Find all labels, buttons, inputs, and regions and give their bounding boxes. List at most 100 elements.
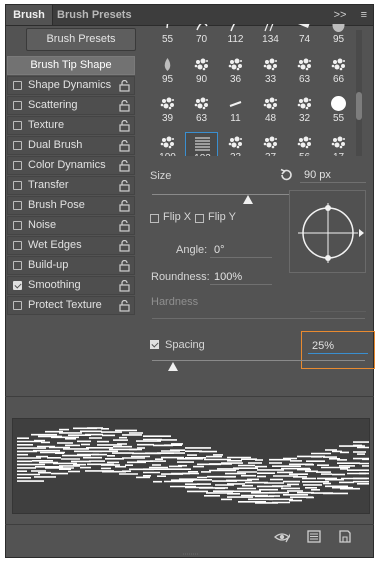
sidebar-item-label: Color Dynamics (28, 159, 106, 171)
brush-tip-preset[interactable]: 55 (322, 93, 355, 126)
color-dynamics-checkbox[interactable] (13, 161, 22, 170)
brush-tip-preset[interactable]: 95 (151, 54, 184, 87)
sidebar-item-color-dynamics[interactable]: Color Dynamics (7, 156, 135, 175)
protect-texture-checkbox[interactable] (13, 301, 22, 310)
brush-tip-preset[interactable]: 63 (185, 93, 218, 126)
brush-presets-button[interactable]: Brush Presets (26, 28, 136, 51)
spacing-value-field[interactable]: 25% (308, 338, 368, 354)
dual-brush-checkbox[interactable] (13, 141, 22, 150)
brush-tip-preset[interactable]: 48 (254, 93, 287, 126)
lock-icon[interactable] (119, 159, 130, 172)
new-brush-icon[interactable] (338, 530, 354, 544)
spacing-checkbox[interactable] (150, 340, 159, 349)
sidebar-item-transfer[interactable]: Transfer (7, 176, 135, 195)
sidebar-item-shape-dynamics[interactable]: Shape Dynamics (7, 76, 135, 95)
brush-pose-checkbox[interactable] (13, 201, 22, 210)
lock-icon[interactable] (119, 279, 130, 292)
brush-tip-preset[interactable]: 33 (254, 54, 287, 87)
flip-y-checkbox[interactable] (195, 214, 204, 223)
brush-tip-thumbnail-icon (229, 101, 242, 107)
noise-checkbox[interactable] (13, 221, 22, 230)
lock-icon[interactable] (119, 299, 130, 312)
brush-tip-preset[interactable]: 90 (185, 54, 218, 87)
brush-tip-size: 112 (227, 34, 244, 45)
brush-tip-preset[interactable]: 32 (288, 93, 321, 126)
brush-settings-sidebar: Brush Tip Shape Shape Dynamics Scattering… (7, 56, 135, 316)
brush-tip-preset[interactable]: 100 (151, 132, 184, 156)
brush-grid-icon[interactable] (307, 530, 323, 544)
texture-checkbox[interactable] (13, 121, 22, 130)
tab-brush[interactable]: Brush (6, 5, 52, 25)
spacing-slider-track[interactable] (152, 360, 365, 361)
resize-grip-icon[interactable] (183, 553, 199, 556)
brush-angle-widget[interactable] (289, 190, 366, 273)
spacing-slider-thumb[interactable] (168, 362, 179, 371)
sidebar-item-build-up[interactable]: Build-up (7, 256, 135, 275)
sidebar-item-brush-pose[interactable]: Brush Pose (7, 196, 135, 215)
scattering-checkbox[interactable] (13, 101, 22, 110)
sidebar-item-texture[interactable]: Texture (7, 116, 135, 135)
lock-icon[interactable] (119, 259, 130, 272)
roundness-value-field[interactable]: 100% (210, 269, 272, 285)
tab-brush-presets[interactable]: Brush Presets (57, 5, 132, 25)
transfer-checkbox[interactable] (13, 181, 22, 190)
sidebar-item-smoothing[interactable]: Smoothing (7, 276, 135, 295)
brush-tip-preset[interactable]: 36 (219, 54, 252, 87)
angle-roundness-icon[interactable] (290, 191, 367, 274)
brush-tip-preset[interactable]: 17 (322, 132, 355, 156)
brush-tip-preset[interactable]: 23 (219, 132, 252, 156)
brush-tip-preset[interactable]: 39 (151, 93, 184, 126)
sidebar-item-wet-edges[interactable]: Wet Edges (7, 236, 135, 255)
scrollbar-thumb[interactable] (356, 92, 362, 120)
brush-tip-preset[interactable]: 74 (288, 24, 321, 47)
brush-tip-preset[interactable]: 95 (322, 24, 355, 47)
shape-dynamics-checkbox[interactable] (13, 81, 22, 90)
brush-tip-size: 74 (298, 34, 311, 45)
hardness-label: Hardness (151, 296, 199, 308)
brush-tip-scrollbar[interactable] (356, 30, 362, 156)
brush-tip-thumbnail-icon (297, 58, 311, 71)
collapse-icon[interactable]: >> (334, 9, 347, 21)
smoothing-checkbox[interactable] (13, 281, 22, 290)
flip-x-checkbox[interactable] (150, 214, 159, 223)
brush-tip-thumbnail-icon (263, 97, 277, 110)
angle-value-field[interactable]: 0° (210, 242, 272, 258)
lock-icon[interactable] (119, 179, 130, 192)
reset-size-icon[interactable] (279, 168, 293, 182)
brush-tip-size: 90 (195, 74, 208, 85)
brush-tip-thumbnail-icon (228, 58, 242, 71)
wet-edges-checkbox[interactable] (13, 241, 22, 250)
lock-icon[interactable] (119, 219, 130, 232)
sidebar-item-label: Build-up (28, 259, 69, 271)
lock-icon[interactable] (119, 99, 130, 112)
brush-tip-preset[interactable]: 63 (288, 54, 321, 87)
size-value-field[interactable]: 90 px (300, 167, 366, 183)
brush-tip-preset[interactable]: 183 (185, 132, 218, 156)
lock-icon[interactable] (119, 79, 130, 92)
sidebar-item-brush-tip-shape[interactable]: Brush Tip Shape (7, 56, 135, 75)
brush-tip-preset[interactable]: 37 (254, 132, 287, 156)
panel-menu-icon[interactable]: ≡ (361, 9, 367, 21)
lock-icon[interactable] (119, 119, 130, 132)
brush-tip-size: 55 (161, 34, 174, 45)
brush-tip-preset[interactable]: 112 (219, 24, 252, 47)
lock-icon[interactable] (119, 139, 130, 152)
lock-icon[interactable] (119, 239, 130, 252)
brush-tip-preset[interactable]: 11 (219, 93, 252, 126)
brush-tip-preset[interactable]: 56 (288, 132, 321, 156)
size-label: Size (150, 170, 172, 182)
brush-tip-preset[interactable]: 70 (185, 24, 218, 47)
sidebar-item-noise[interactable]: Noise (7, 216, 135, 235)
brush-tip-preset[interactable]: 134 (254, 24, 287, 47)
sidebar-item-scattering[interactable]: Scattering (7, 96, 135, 115)
lock-icon[interactable] (119, 199, 130, 212)
hardness-slider-track (152, 318, 365, 319)
build-up-checkbox[interactable] (13, 261, 22, 270)
sidebar-item-dual-brush[interactable]: Dual Brush (7, 136, 135, 155)
size-slider-thumb[interactable] (242, 195, 253, 204)
brush-tip-preset[interactable]: 55 (151, 24, 184, 47)
sidebar-item-label: Wet Edges (28, 239, 82, 251)
sidebar-item-protect-texture[interactable]: Protect Texture (7, 296, 135, 315)
brush-tip-preset[interactable]: 66 (322, 54, 355, 87)
toggle-live-tip-preview-icon[interactable] (274, 530, 290, 544)
